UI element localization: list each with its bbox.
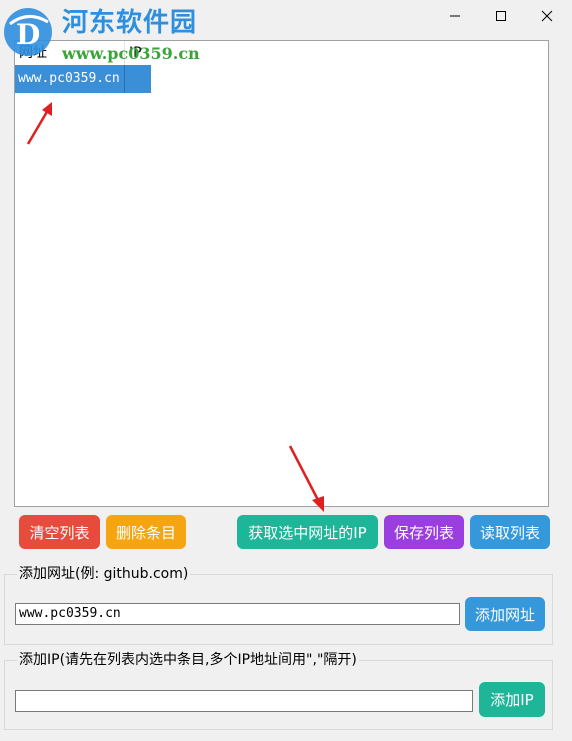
minimize-button[interactable] [432, 0, 478, 32]
add-url-group-title: 添加网址(例: github.com) [17, 565, 191, 583]
read-list-button[interactable]: 读取列表 [470, 515, 550, 549]
maximize-icon [496, 11, 506, 21]
delete-item-button[interactable]: 删除条目 [106, 515, 186, 549]
watermark-site-name: 河东软件园 [62, 8, 198, 38]
list-item-ip [125, 65, 151, 93]
add-url-group: 添加网址(例: github.com) www.pc0359.cn 添加网址 [4, 565, 553, 645]
url-input[interactable]: www.pc0359.cn [15, 603, 460, 625]
watermark-url: www.pc0359.cn [62, 44, 200, 63]
minimize-icon [450, 15, 460, 17]
site-logo-icon: D [4, 8, 52, 56]
add-ip-group-title: 添加IP(请先在列表内选中条目,多个IP地址间用","隔开) [17, 651, 359, 669]
ip-input[interactable] [15, 690, 473, 712]
close-button[interactable] [524, 0, 570, 32]
get-selected-ip-button[interactable]: 获取选中网址的IP [237, 515, 378, 549]
add-ip-button[interactable]: 添加IP [479, 682, 545, 717]
clear-list-button[interactable]: 清空列表 [19, 515, 100, 549]
add-url-button[interactable]: 添加网址 [465, 597, 545, 631]
maximize-button[interactable] [478, 0, 524, 32]
list-item-url: www.pc0359.cn [15, 65, 125, 93]
save-list-button[interactable]: 保存列表 [384, 515, 464, 549]
watermark: D 河东软件园 www.pc0359.cn [2, 4, 202, 64]
close-icon [541, 10, 553, 22]
list-item[interactable]: www.pc0359.cn [15, 65, 151, 93]
url-ip-list[interactable]: 网址 IP www.pc0359.cn [14, 40, 549, 507]
add-ip-group: 添加IP(请先在列表内选中条目,多个IP地址间用","隔开) 添加IP [4, 651, 553, 730]
svg-text:D: D [16, 18, 40, 51]
